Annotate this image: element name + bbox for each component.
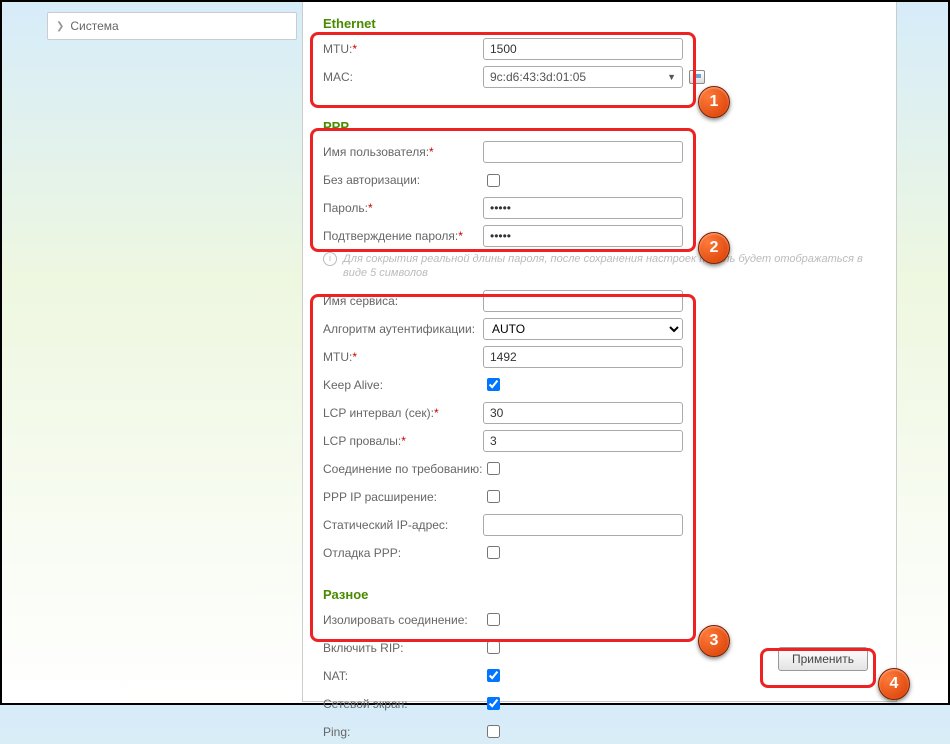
misc-fw-label: Сетевой экран: [323, 697, 408, 711]
ppp-algo-select[interactable]: AUTO [483, 318, 683, 340]
misc-fw-checkbox[interactable] [487, 697, 500, 710]
ppp-service-input[interactable] [483, 290, 683, 312]
ppp-static-input[interactable] [483, 514, 683, 536]
ppp-lcpfail-input[interactable] [483, 430, 683, 452]
ppp-ipext-label: PPP IP расширение: [323, 490, 437, 504]
ppp-debug-label: Отладка PPP: [323, 546, 401, 560]
sidebar: ❯ Система [47, 12, 297, 40]
misc-isolate-checkbox[interactable] [487, 613, 500, 626]
ppp-ondemand-checkbox[interactable] [487, 462, 500, 475]
misc-rip-label: Включить RIP: [323, 641, 404, 655]
misc-rip-checkbox[interactable] [487, 641, 500, 654]
ppp-user-input[interactable] [483, 141, 683, 163]
misc-isolate-label: Изолировать соединение: [323, 613, 468, 627]
ethernet-mac-select[interactable]: 9c:d6:43:3d:01:05 [483, 66, 683, 88]
ethernet-mtu-input[interactable] [483, 38, 683, 60]
annotation-badge-2: 2 [698, 232, 730, 264]
ppp-pass-input[interactable] [483, 197, 683, 219]
misc-nat-checkbox[interactable] [487, 669, 500, 682]
ppp-ipext-checkbox[interactable] [487, 490, 500, 503]
sidebar-item-system[interactable]: ❯ Система [56, 17, 288, 35]
ppp-lcpfail-label: LCP провалы: [323, 434, 401, 448]
misc-nat-label: NAT: [323, 669, 348, 683]
ppp-user-label: Имя пользователя: [323, 145, 429, 159]
misc-ping-checkbox[interactable] [487, 725, 500, 738]
ppp-service-label: Имя сервиса: [323, 294, 398, 308]
ppp-keepalive-label: Keep Alive: [323, 378, 383, 392]
ppp-keepalive-checkbox[interactable] [487, 378, 500, 391]
annotation-badge-4: 4 [878, 668, 910, 700]
monitor-icon[interactable] [689, 70, 705, 84]
ppp-pass-label: Пароль: [323, 201, 368, 215]
annotation-badge-3: 3 [698, 625, 730, 657]
apply-button[interactable]: Применить [778, 647, 868, 671]
ppp-lcpint-input[interactable] [483, 402, 683, 424]
info-icon: i [323, 252, 337, 266]
section-title-ethernet: Ethernet [323, 16, 876, 31]
ppp-debug-checkbox[interactable] [487, 546, 500, 559]
ethernet-mac-label: MAC: [323, 70, 353, 84]
ppp-noauth-checkbox[interactable] [487, 174, 500, 187]
main-panel: Ethernet MTU:* MAC: 9c:d6:43:3d:01:05 PP… [302, 2, 897, 702]
sidebar-item-label: Система [70, 19, 118, 33]
ppp-mtu-input[interactable] [483, 346, 683, 368]
ppp-noauth-label: Без авторизации: [323, 173, 420, 187]
ppp-pass2-label: Подтверждение пароля: [323, 229, 458, 243]
section-title-ppp: PPP [323, 119, 876, 134]
annotation-badge-1: 1 [698, 86, 730, 118]
required-marker: * [352, 42, 357, 56]
ppp-ondemand-label: Соединение по требованию: [323, 462, 482, 476]
ethernet-mtu-label: MTU: [323, 42, 352, 56]
section-title-misc: Разное [323, 587, 876, 602]
password-hint: i Для сокрытия реальной длины пароля, по… [323, 252, 876, 281]
ppp-static-label: Статический IP-адрес: [323, 518, 448, 532]
ppp-mtu-label: MTU: [323, 350, 352, 364]
ppp-algo-label: Алгоритм аутентификации: [323, 322, 475, 336]
chevron-right-icon: ❯ [56, 21, 64, 32]
ppp-pass2-input[interactable] [483, 225, 683, 247]
ppp-lcpint-label: LCP интервал (сек): [323, 406, 434, 420]
misc-ping-label: Ping: [323, 725, 350, 739]
